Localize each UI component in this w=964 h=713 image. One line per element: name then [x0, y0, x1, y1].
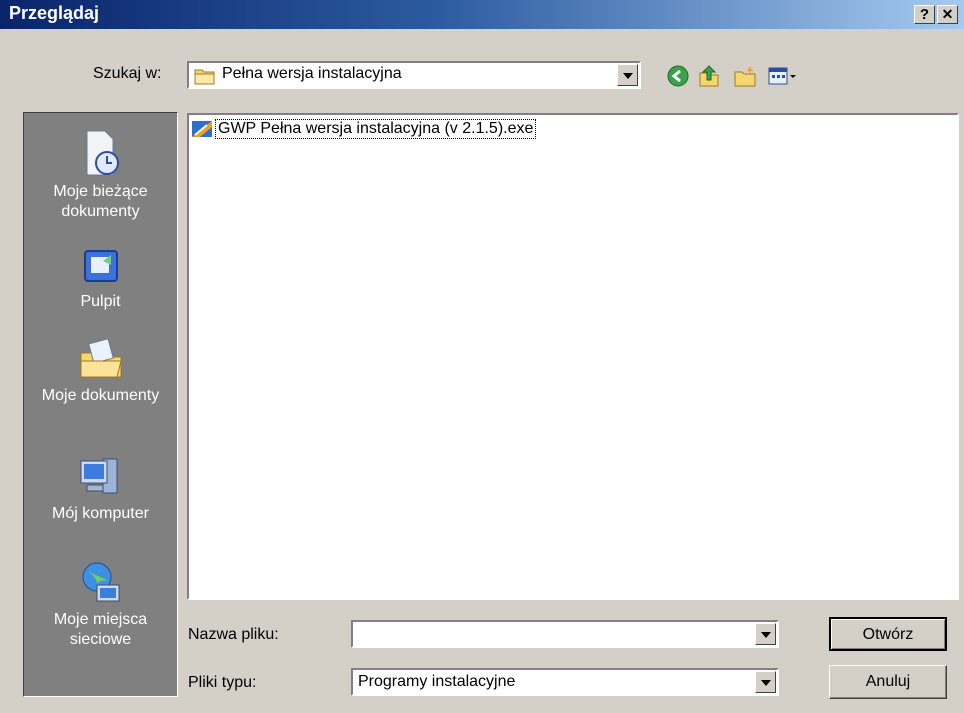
open-button[interactable]: Otwórz [829, 617, 947, 651]
place-label: Mój komputer [52, 505, 149, 522]
filetype-select[interactable]: Programy instalacyjne [351, 668, 779, 696]
network-places-icon [82, 562, 119, 602]
place-label: Moje bieżące dokumenty [53, 183, 148, 220]
look-in-dropdown-button[interactable] [617, 64, 638, 86]
filename-label: Nazwa pliku: [188, 626, 279, 643]
filename-dropdown-button[interactable] [755, 623, 776, 645]
window-title: Przeglądaj [9, 3, 100, 23]
folder-icon [194, 69, 215, 85]
desktop-icon [83, 250, 118, 282]
new-folder-icon[interactable] [733, 64, 757, 88]
cancel-button[interactable]: Anuluj [829, 665, 947, 699]
filename-input[interactable] [351, 620, 779, 648]
place-label: Pulpit [80, 293, 121, 310]
filetype-value: Programy instalacyjne [358, 673, 516, 690]
look-in-combo[interactable]: Pełna wersja instalacyjna [187, 61, 641, 89]
place-recent-documents[interactable]: Moje bieżące dokumenty [24, 129, 177, 222]
help-button[interactable]: ? [914, 5, 935, 24]
installer-icon [192, 121, 212, 137]
place-label: Moje miejsca sieciowe [53, 611, 148, 648]
views-menu-icon[interactable] [767, 64, 797, 88]
filetype-dropdown-button[interactable] [755, 671, 776, 693]
title-bar[interactable]: Przeglądaj ? ✕ [0, 0, 964, 29]
place-my-computer[interactable]: Mój komputer [24, 453, 177, 524]
place-label: Moje dokumenty [41, 387, 160, 404]
place-my-documents[interactable]: Moje dokumenty [24, 335, 177, 406]
up-folder-icon[interactable] [697, 64, 721, 88]
look-in-value: Pełna wersja instalacyjna [222, 65, 402, 82]
places-bar: Moje bieżące dokumenty Pulpit Moje dokum… [23, 112, 178, 697]
close-button[interactable]: ✕ [937, 5, 958, 24]
my-computer-icon [80, 458, 117, 494]
my-documents-icon [80, 338, 122, 378]
filetype-label: Pliki typu: [188, 674, 257, 691]
back-icon[interactable] [666, 64, 690, 88]
file-list[interactable]: GWP Pełna wersja instalacyjna (v 2.1.5).… [187, 113, 959, 600]
file-name: GWP Pełna wersja instalacyjna (v 2.1.5).… [215, 119, 537, 139]
recent-documents-icon [86, 130, 119, 176]
place-network[interactable]: Moje miejsca sieciowe [24, 559, 177, 650]
place-desktop[interactable]: Pulpit [24, 245, 177, 312]
look-in-label: Szukaj w: [93, 65, 162, 82]
